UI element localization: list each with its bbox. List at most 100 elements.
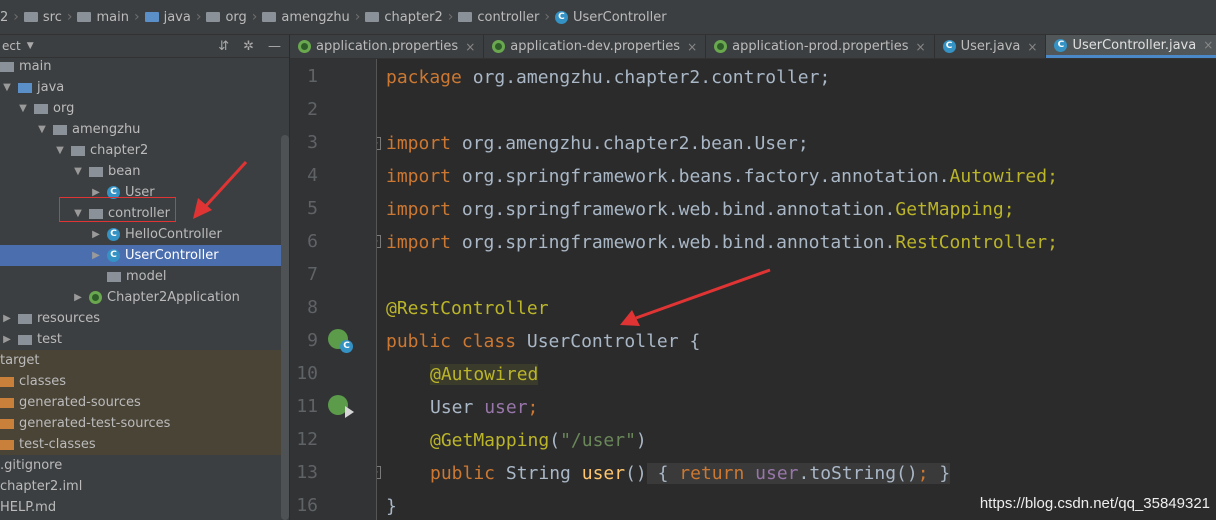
expand-arrow-icon[interactable]: ▼ xyxy=(71,166,85,177)
close-icon[interactable]: × xyxy=(1027,40,1037,54)
tab-label: UserController.java xyxy=(1072,37,1197,53)
code-text: ) xyxy=(635,430,647,451)
expand-arrow-icon[interactable]: ▼ xyxy=(35,124,49,135)
tree-item-classes[interactable]: classes xyxy=(0,371,289,392)
minimize-icon[interactable]: — xyxy=(268,39,281,54)
chevron-right-icon: › xyxy=(133,9,140,25)
expand-arrow-icon[interactable]: ▶ xyxy=(71,292,85,303)
fold-icon[interactable]: − xyxy=(377,235,381,248)
collapse-all-icon[interactable]: ⇵ xyxy=(218,39,229,54)
tab-usercontroller-java[interactable]: C UserController.java × xyxy=(1046,35,1216,58)
breadcrumb-item[interactable]: src › xyxy=(23,9,78,25)
tree-item-bean[interactable]: ▼ bean xyxy=(0,161,289,182)
tab-application-prod-properties[interactable]: application-prod.properties × xyxy=(706,35,935,58)
tab-application-properties[interactable]: application.properties × xyxy=(290,35,485,58)
tree-item-label: User xyxy=(125,185,155,200)
tree-item-user[interactable]: ▶ C User xyxy=(0,182,289,203)
tree-item-hellocontroller[interactable]: ▶ C HelloController xyxy=(0,224,289,245)
breadcrumb-item[interactable]: org › xyxy=(206,9,262,25)
fold-icon[interactable]: − xyxy=(377,137,381,150)
breadcrumb-item[interactable]: main › xyxy=(77,9,144,25)
tree-item-java[interactable]: ▼ java xyxy=(0,77,289,98)
tree-item-org[interactable]: ▼ org xyxy=(0,98,289,119)
tree-item-label: HELP.md xyxy=(0,500,57,515)
tree-item-target[interactable]: target xyxy=(0,350,289,371)
excluded-folder-icon xyxy=(0,376,14,387)
close-icon[interactable]: × xyxy=(1203,38,1213,52)
breadcrumb-item[interactable]: controller › xyxy=(458,9,555,25)
tree-item-label: test-classes xyxy=(19,437,96,452)
expand-arrow-icon[interactable]: ▶ xyxy=(89,229,103,240)
expand-arrow-icon[interactable]: ▼ xyxy=(0,82,14,93)
code-text: ( xyxy=(549,430,561,451)
expand-arrow-icon[interactable]: ▼ xyxy=(16,103,30,114)
breadcrumb-label: main xyxy=(96,9,129,25)
breadcrumb-item[interactable]: chapter2 › xyxy=(365,9,458,25)
breadcrumb-label: src xyxy=(42,9,62,25)
line-number: 1 xyxy=(307,66,318,87)
tree-item-gitignore[interactable]: .gitignore xyxy=(0,455,289,476)
package-icon xyxy=(262,12,277,22)
project-scrollbar[interactable] xyxy=(281,135,289,520)
tree-item-amengzhu[interactable]: ▼ amengzhu xyxy=(0,119,289,140)
expand-fold-icon[interactable]: + xyxy=(377,466,381,479)
close-icon[interactable]: × xyxy=(465,40,475,54)
close-icon[interactable]: × xyxy=(687,40,697,54)
tree-item-label: HelloController xyxy=(125,227,222,242)
tree-item-generated-test-sources[interactable]: generated-test-sources xyxy=(0,413,289,434)
breadcrumb-item[interactable]: C UserController xyxy=(554,9,667,25)
tree-item-help-md[interactable]: HELP.md xyxy=(0,497,289,518)
tab-application-dev-properties[interactable]: application-dev.properties × xyxy=(484,35,707,58)
code-line: @Autowired xyxy=(430,358,539,391)
line-number: 11 xyxy=(296,396,318,417)
code-text: UserController { xyxy=(516,331,701,352)
tree-item-model[interactable]: model xyxy=(0,266,289,287)
tree-item-label: UserController xyxy=(125,248,219,263)
spring-icon xyxy=(714,40,728,53)
editor-gutter[interactable]: 1 2 3 4 5 6 7 8 9 10 11 12 13 16 C xyxy=(290,59,377,520)
code-text: ; xyxy=(917,463,929,484)
breadcrumb-label: UserController xyxy=(572,9,667,25)
code-text: .toString() xyxy=(798,463,918,484)
tree-item-chapter2application[interactable]: ▶ Chapter2Application xyxy=(0,287,289,308)
folder-icon xyxy=(0,61,14,72)
breadcrumb-item[interactable]: amengzhu › xyxy=(262,9,365,25)
code-line: } xyxy=(386,490,397,520)
gear-icon[interactable]: ✲ xyxy=(243,39,254,54)
tab-user-java[interactable]: C User.java × xyxy=(935,35,1047,58)
expand-arrow-icon[interactable]: ▶ xyxy=(0,313,14,324)
code-editor[interactable]: package org.amengzhu.chapter2.controller… xyxy=(377,59,1216,520)
project-panel-title[interactable]: ect xyxy=(2,39,21,53)
expand-arrow-icon[interactable]: ▼ xyxy=(71,208,85,219)
expand-arrow-icon[interactable]: ▶ xyxy=(89,187,103,198)
tree-item-usercontroller[interactable]: ▶ C UserController xyxy=(0,245,289,266)
tree-item-main[interactable]: main xyxy=(0,56,289,77)
tree-item-label: bean xyxy=(108,164,141,179)
tree-item-generated-sources[interactable]: generated-sources xyxy=(0,392,289,413)
keyword: import xyxy=(386,199,452,220)
chevron-right-icon: › xyxy=(13,9,19,25)
spring-icon xyxy=(298,40,311,53)
excluded-folder-icon xyxy=(0,439,14,450)
chevron-down-icon[interactable]: ▼ xyxy=(27,41,34,51)
breadcrumb-item[interactable]: java › xyxy=(144,9,207,25)
tree-item-test[interactable]: ▶ test xyxy=(0,329,289,350)
expand-arrow-icon[interactable]: ▶ xyxy=(0,334,14,345)
tree-item-chapter2[interactable]: ▼ chapter2 xyxy=(0,140,289,161)
tree-item-label: target xyxy=(0,353,40,368)
close-icon[interactable]: × xyxy=(916,40,926,54)
keyword: public xyxy=(430,463,496,484)
breadcrumb-item[interactable]: 2 › xyxy=(0,9,24,25)
spring-bean-gutter-icon[interactable]: C xyxy=(328,329,353,353)
keyword: import xyxy=(386,133,452,154)
navigate-to-bean-icon[interactable] xyxy=(328,395,354,418)
expand-arrow-icon[interactable]: ▼ xyxy=(53,145,67,156)
breadcrumb: 2 › src › main › java › org › amengzhu › chapt… xyxy=(0,0,1216,35)
tree-item-resources[interactable]: ▶ resources xyxy=(0,308,289,329)
tree-item-test-classes[interactable]: test-classes xyxy=(0,434,289,455)
tree-item-chapter2-iml[interactable]: chapter2.iml xyxy=(0,476,289,497)
tree-item-controller[interactable]: ▼ controller xyxy=(0,203,289,224)
code-line: public String user() { return user.toStr… xyxy=(430,457,951,490)
excluded-folder-icon xyxy=(0,397,14,408)
expand-arrow-icon[interactable]: ▶ xyxy=(89,250,103,261)
